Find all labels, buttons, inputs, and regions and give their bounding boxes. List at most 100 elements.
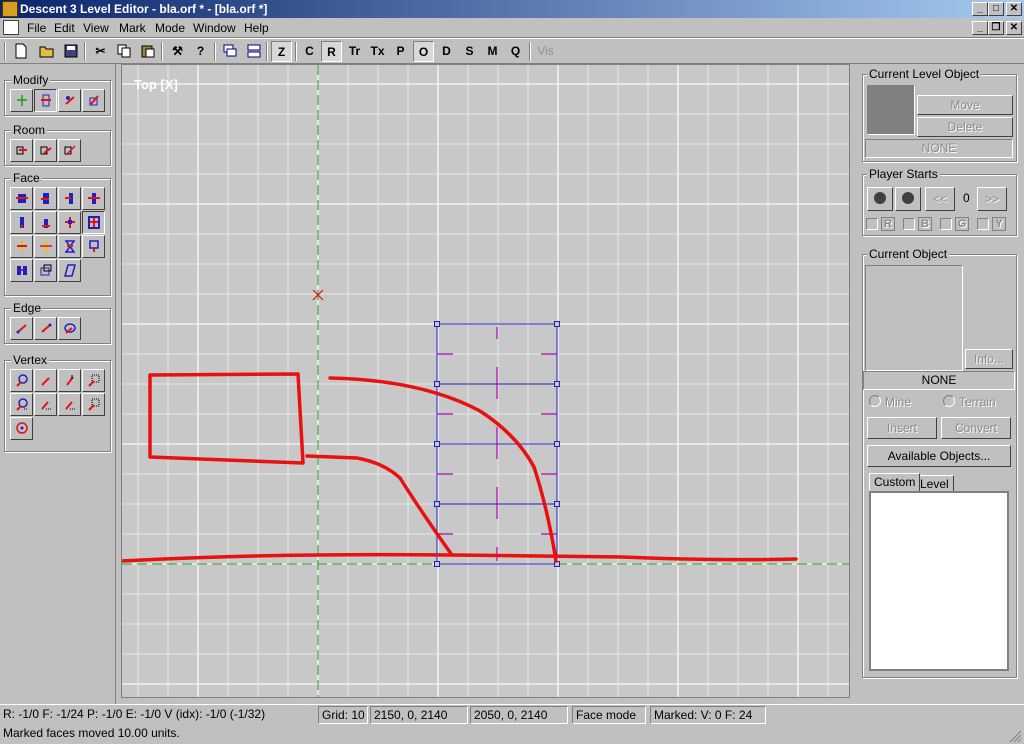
room-move-icon[interactable] <box>10 139 33 162</box>
help-icon[interactable]: ? <box>190 41 211 62</box>
vertex-handle[interactable] <box>554 441 560 447</box>
edge-tool-icon-2[interactable] <box>34 317 57 340</box>
face-tool-icon-6[interactable] <box>34 211 57 234</box>
modify-scale-icon[interactable] <box>82 89 105 112</box>
face-tool-icon-13[interactable] <box>10 259 33 282</box>
menu-file[interactable]: File <box>27 21 46 35</box>
player-start-add-icon[interactable] <box>867 187 893 211</box>
toolbar-vis-button[interactable]: Vis <box>535 41 556 62</box>
vertex-handle[interactable] <box>434 561 440 567</box>
face-tool-icon-7[interactable] <box>58 211 81 234</box>
vertex-tool-icon-6[interactable] <box>34 393 57 416</box>
vertex-tool-icon-4[interactable] <box>82 369 105 392</box>
resize-grip-icon[interactable] <box>1008 729 1022 743</box>
hammer-icon[interactable]: ⚒ <box>167 41 188 62</box>
convert-button[interactable]: Convert <box>941 417 1011 439</box>
modify-rotate-icon[interactable] <box>58 89 81 112</box>
close-button[interactable]: ✕ <box>1006 2 1022 16</box>
team-r-checkbox[interactable] <box>866 218 878 230</box>
toolbar-tx-button[interactable]: Tx <box>367 41 388 62</box>
vertex-tool-icon-8[interactable] <box>82 393 105 416</box>
menu-mark[interactable]: Mark <box>119 21 146 35</box>
document-icon[interactable] <box>3 20 19 35</box>
toolbar-d-button[interactable]: D <box>436 41 457 62</box>
toolbar-r-button[interactable]: R <box>321 41 342 62</box>
toolbar-s-button[interactable]: S <box>459 41 480 62</box>
face-tool-icon-8[interactable] <box>82 211 105 234</box>
vertex-tool-icon-5[interactable] <box>10 393 33 416</box>
edge-tool-icon-3[interactable] <box>58 317 81 340</box>
mine-radio[interactable] <box>869 395 881 407</box>
top-view-viewport[interactable]: Top [X] <box>121 64 850 698</box>
mdi-close-button[interactable]: ✕ <box>1006 21 1022 35</box>
available-objects-button[interactable]: Available Objects... <box>867 445 1011 467</box>
vertex-tool-icon-9[interactable] <box>10 417 33 440</box>
open-folder-icon[interactable] <box>36 41 57 62</box>
vertex-handle[interactable] <box>434 441 440 447</box>
toolbar-p-button[interactable]: P <box>390 41 411 62</box>
tab-custom[interactable]: Custom <box>869 473 921 491</box>
cut-icon[interactable]: ✂ <box>90 41 111 62</box>
viewport-canvas[interactable]: Top [X] <box>122 65 849 697</box>
team-y-checkbox[interactable] <box>977 218 989 230</box>
terrain-radio[interactable] <box>943 395 955 407</box>
vertex-handle[interactable] <box>554 501 560 507</box>
object-list[interactable] <box>869 491 1009 671</box>
copy-icon[interactable] <box>113 41 134 62</box>
face-tool-icon-10[interactable] <box>34 235 57 258</box>
vertex-handle[interactable] <box>434 501 440 507</box>
menu-view[interactable]: View <box>83 21 109 35</box>
face-tool-icon-9[interactable] <box>10 235 33 258</box>
edge-tool-icon-1[interactable] <box>10 317 33 340</box>
face-tool-icon-2[interactable] <box>34 187 57 210</box>
paste-icon[interactable] <box>137 41 158 62</box>
mdi-restore-button[interactable]: ❐ <box>988 21 1004 35</box>
save-icon[interactable] <box>60 41 81 62</box>
vertex-handle[interactable] <box>434 321 440 327</box>
vertex-tool-icon-3[interactable] <box>58 369 81 392</box>
mdi-minimize-button[interactable]: _ <box>972 21 988 35</box>
toolbar-z-button[interactable]: Z <box>271 41 292 62</box>
player-start-next-button[interactable]: >> <box>977 187 1007 211</box>
menu-help[interactable]: Help <box>244 21 269 35</box>
player-start-prev-button[interactable]: << <box>925 187 955 211</box>
maximize-button[interactable]: □ <box>988 2 1004 16</box>
toolbar-o-button[interactable]: O <box>413 41 434 62</box>
menu-edit[interactable]: Edit <box>54 21 75 35</box>
face-tool-icon-11[interactable] <box>58 235 81 258</box>
minimize-button[interactable]: _ <box>972 2 988 16</box>
modify-move-icon[interactable] <box>34 89 57 112</box>
face-tool-icon-14[interactable] <box>34 259 57 282</box>
vertex-handle[interactable] <box>554 321 560 327</box>
vertex-handle[interactable] <box>434 381 440 387</box>
vertex-handle[interactable] <box>554 381 560 387</box>
tile-icon[interactable] <box>243 41 264 62</box>
vertex-tool-icon-2[interactable] <box>34 369 57 392</box>
toolbar-c-button[interactable]: C <box>299 41 320 62</box>
vertex-tool-icon-7[interactable] <box>58 393 81 416</box>
modify-select-icon[interactable] <box>10 89 33 112</box>
menu-mode[interactable]: Mode <box>155 21 185 35</box>
menu-window[interactable]: Window <box>193 21 236 35</box>
face-tool-icon-12[interactable] <box>82 235 105 258</box>
room-rotate-icon[interactable] <box>34 139 57 162</box>
insert-button[interactable]: Insert <box>867 417 937 439</box>
toolbar-tr-button[interactable]: Tr <box>344 41 365 62</box>
cascade-icon[interactable] <box>219 41 240 62</box>
face-tool-icon-4[interactable] <box>82 187 105 210</box>
player-start-remove-icon[interactable] <box>895 187 921 211</box>
face-tool-icon-15[interactable] <box>58 259 81 282</box>
face-tool-icon-5[interactable] <box>10 211 33 234</box>
team-b-checkbox[interactable] <box>903 218 915 230</box>
new-file-icon[interactable] <box>10 41 31 62</box>
app-icon[interactable] <box>2 1 18 17</box>
info-button[interactable]: Info... <box>965 349 1013 369</box>
face-tool-icon-1[interactable] <box>10 187 33 210</box>
move-button[interactable]: Move <box>917 95 1013 115</box>
room-scale-icon[interactable] <box>58 139 81 162</box>
team-g-checkbox[interactable] <box>940 218 952 230</box>
toolbar-m-button[interactable]: M <box>482 41 503 62</box>
delete-button[interactable]: Delete <box>917 117 1013 137</box>
toolbar-q-button[interactable]: Q <box>505 41 526 62</box>
vertex-tool-icon-1[interactable] <box>10 369 33 392</box>
